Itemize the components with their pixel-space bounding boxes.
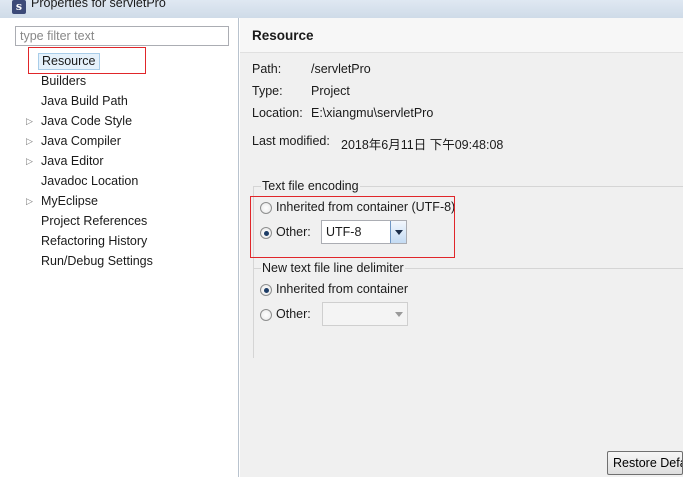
encoding-other-option[interactable]: Other: <box>260 225 320 243</box>
tree-item-label: Javadoc Location <box>41 174 139 188</box>
location-value: E:\xiangmu\servletPro <box>311 106 434 120</box>
tree-item-builders[interactable]: Builders <box>0 72 239 92</box>
tree-item-label: Java Editor <box>41 154 104 168</box>
tree-item-label: Java Build Path <box>41 94 128 108</box>
tree-item-java-code-style[interactable]: ▷ Java Code Style <box>0 112 239 132</box>
type-value: Project <box>311 84 350 98</box>
encoding-select-value: UTF-8 <box>326 225 362 239</box>
page-title: Resource <box>252 28 314 43</box>
encoding-inherited-label: Inherited from container (UTF-8) <box>276 200 456 214</box>
type-label: Type: <box>252 84 283 98</box>
delimiter-other-label: Other: <box>276 307 311 321</box>
delimiter-other-radio[interactable] <box>260 309 272 321</box>
encoding-other-label: Other: <box>276 225 311 239</box>
delimiter-select <box>322 302 408 326</box>
path-value: /servletPro <box>311 62 371 76</box>
expand-arrow-icon[interactable]: ▷ <box>26 135 36 147</box>
tree-item-label: Project References <box>41 214 148 228</box>
expand-arrow-icon[interactable]: ▷ <box>26 115 36 127</box>
tree-item-label: Refactoring History <box>41 234 148 248</box>
line-delimiter-group-title: New text file line delimiter <box>261 261 405 275</box>
tree-item-project-references[interactable]: Project References <box>0 212 239 232</box>
delimiter-inherited-label: Inherited from container <box>276 282 409 296</box>
tree-item-label: Run/Debug Settings <box>41 254 153 268</box>
tree-item-resource[interactable]: Resource <box>0 52 239 72</box>
page-header: Resource <box>240 18 683 53</box>
tree-item-myeclipse[interactable]: ▷ MyEclipse <box>0 192 239 212</box>
last-modified-value: 2018年6月11日 下午09:48:08 <box>341 138 504 152</box>
tree-item-run-debug-settings[interactable]: Run/Debug Settings <box>0 252 239 272</box>
encoding-other-radio[interactable] <box>260 227 272 239</box>
window-title-bar: s Properties for servletPro <box>0 0 683 18</box>
tree-item-label: Java Compiler <box>41 134 121 148</box>
filter-input[interactable] <box>15 26 229 46</box>
chevron-down-icon <box>391 303 407 325</box>
expand-arrow-icon[interactable]: ▷ <box>26 155 36 167</box>
delimiter-inherited-option[interactable]: Inherited from container <box>260 282 430 300</box>
property-page: Resource Path: /servletPro Type: Project… <box>240 18 683 477</box>
expand-arrow-icon[interactable]: ▷ <box>26 195 36 207</box>
last-modified-label: Last modified: <box>252 134 330 148</box>
tree-item-label: Java Code Style <box>41 114 133 128</box>
encoding-select[interactable]: UTF-8 <box>321 220 407 244</box>
tree-item-java-editor[interactable]: ▷ Java Editor <box>0 152 239 172</box>
delimiter-other-option[interactable]: Other: <box>260 307 320 325</box>
tree-item-label: Builders <box>41 74 87 88</box>
tree-item-label: MyEclipse <box>41 194 98 208</box>
app-icon: s <box>12 0 26 14</box>
path-label: Path: <box>252 62 282 76</box>
tree-item-java-compiler[interactable]: ▷ Java Compiler <box>0 132 239 152</box>
text-encoding-group-title: Text file encoding <box>261 179 360 193</box>
tree-item-java-build-path[interactable]: Java Build Path <box>0 92 239 112</box>
chevron-down-icon[interactable] <box>390 221 406 243</box>
window-title: Properties for servletPro <box>31 0 166 10</box>
properties-nav-pane: Resource Builders Java Build Path ▷ Java… <box>0 18 239 477</box>
tree-item-javadoc-location[interactable]: Javadoc Location <box>0 172 239 192</box>
tree-item-refactoring-history[interactable]: Refactoring History <box>0 232 239 252</box>
location-label: Location: <box>252 106 303 120</box>
encoding-inherited-option[interactable]: Inherited from container (UTF-8) <box>260 200 480 218</box>
tree-item-label: Resource <box>38 53 100 70</box>
restore-defaults-button[interactable]: Restore Defa <box>607 451 683 475</box>
encoding-inherited-radio[interactable] <box>260 202 272 214</box>
delimiter-inherited-radio[interactable] <box>260 284 272 296</box>
